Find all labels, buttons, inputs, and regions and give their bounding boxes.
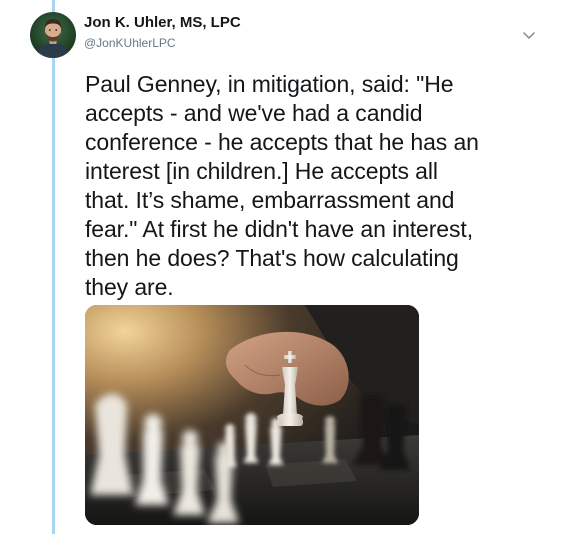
tweet-media-photo[interactable]: [85, 305, 419, 525]
tweet-text-line: then he does? That's how calculating: [85, 245, 459, 271]
tweet-text: Paul Genney, in mitigation, said: "He ac…: [85, 70, 545, 302]
tweet-header: Jon K. Uhler, MS, LPC @JonKUhlerLPC: [84, 14, 241, 51]
tweet-text-line: accepts - and we've had a candid: [85, 100, 423, 126]
tweet-text-line: they are.: [85, 274, 174, 300]
thread-connector-line: [52, 0, 55, 534]
author-handle[interactable]: @JonKUhlerLPC: [84, 35, 241, 51]
tweet-text-line: fear." At first he didn't have an intere…: [85, 216, 473, 242]
chevron-down-icon[interactable]: [519, 28, 539, 44]
tweet-text-line: interest [in children.] He accepts all: [85, 158, 438, 184]
avatar[interactable]: [30, 12, 76, 58]
tweet-text-line: that. It’s shame, embarrassment and: [85, 187, 455, 213]
tweet-text-line: conference - he accepts that he has an: [85, 129, 479, 155]
author-name[interactable]: Jon K. Uhler, MS, LPC: [84, 14, 241, 32]
tweet-text-line: Paul Genney, in mitigation, said: "He: [85, 71, 454, 97]
